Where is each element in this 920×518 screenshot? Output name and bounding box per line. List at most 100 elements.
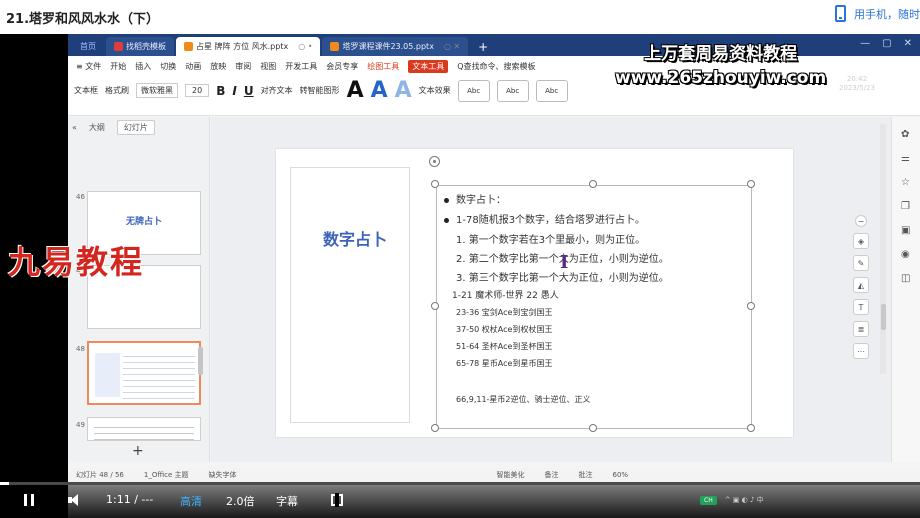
phone-link[interactable]: 用手机，随时 — [835, 5, 920, 22]
slide-thumbnail[interactable] — [87, 417, 201, 441]
resize-handle[interactable] — [431, 424, 439, 432]
menu-drawing-tools[interactable]: 绘图工具 — [367, 61, 399, 72]
menu-member[interactable]: 会员专享 — [326, 61, 358, 72]
zoom-level[interactable]: 60% — [612, 471, 628, 479]
new-tab-button[interactable]: + — [470, 37, 496, 56]
font-name-select[interactable]: 微软雅黑 — [136, 83, 178, 98]
tab-ppt-astrology[interactable]: 占星 牌阵 方位 风水.pptx ○ • — [176, 37, 321, 56]
minimize-button[interactable]: — — [860, 38, 870, 49]
book-icon[interactable]: ◫ — [901, 273, 910, 284]
italic-button[interactable]: I — [232, 84, 236, 98]
pause-icon[interactable] — [24, 494, 34, 506]
font-missing[interactable]: 缺失字体 — [208, 470, 236, 480]
menu-animation[interactable]: 动画 — [185, 61, 201, 72]
resize-handle[interactable] — [431, 180, 439, 188]
tab-home[interactable]: 首页 — [72, 37, 104, 56]
smart-graphic-button[interactable]: 转智能图形 — [300, 85, 340, 96]
more-icon[interactable]: ⋯ — [853, 343, 869, 359]
shape-style-1[interactable]: Abc — [457, 79, 490, 102]
video-player[interactable]: 首页 找稻壳模板 占星 牌阵 方位 风水.pptx ○ • 塔罗课程课件23.05… — [0, 34, 920, 518]
system-tray: CH ^ ▣ ◐ ♪ 中 — [700, 495, 764, 505]
layers-icon[interactable]: ◈ — [853, 233, 869, 249]
shape-style-3[interactable]: Abc — [535, 79, 568, 102]
copy-icon[interactable]: ❐ — [901, 201, 910, 212]
close-window-button[interactable]: ✕ — [904, 38, 912, 49]
settings-icon[interactable]: ✿ — [901, 129, 909, 140]
text-effect-button[interactable]: 文本效果 — [419, 85, 451, 96]
ime-badge[interactable]: CH — [700, 495, 717, 505]
close-icon[interactable]: ○ ✕ — [444, 42, 460, 51]
collapse-icon[interactable]: − — [855, 215, 867, 227]
tray-icons: ^ ▣ ◐ ♪ 中 — [724, 496, 764, 504]
menu-developer[interactable]: 开发工具 — [285, 61, 317, 72]
tab-slides[interactable]: 幻灯片 — [116, 119, 155, 135]
image-icon[interactable]: ▣ — [901, 225, 910, 236]
underline-button[interactable]: U — [244, 84, 254, 98]
panel-scrollbar[interactable] — [198, 347, 203, 375]
slide-number: 46 — [76, 193, 85, 201]
bold-button[interactable]: B — [216, 84, 225, 98]
location-icon[interactable]: ◉ — [901, 249, 910, 260]
speed-button[interactable]: 2.0倍 — [226, 493, 255, 509]
tab-ppt-tarot[interactable]: 塔罗课程课件23.05.pptx ○ ✕ — [322, 37, 469, 56]
add-slide-button[interactable]: + — [132, 443, 144, 459]
menu-review[interactable]: 审阅 — [235, 61, 251, 72]
slide-number: 49 — [76, 421, 85, 429]
resize-handle[interactable] — [747, 180, 755, 188]
comments-button[interactable]: 批注 — [578, 470, 592, 480]
watermark-url: www.265zhouyiw.com — [615, 68, 827, 88]
ppt-icon — [184, 42, 193, 51]
status-bar: 幻灯片 48 / 56 1_Office 主题 缺失字体 智能美化 备注 批注 … — [68, 468, 920, 482]
font-size-select[interactable]: 20 — [185, 84, 210, 97]
subtitle-button[interactable]: 字幕 — [276, 493, 298, 509]
example-text: 66,9,11-星币2逆位、骑士逆位、正义 — [456, 395, 591, 404]
format-brush-button[interactable]: 格式刷 — [105, 85, 129, 96]
shape-style-2[interactable]: Abc — [496, 79, 529, 102]
rotate-handle[interactable] — [429, 156, 440, 167]
align-text-button[interactable]: 对齐文本 — [261, 85, 293, 96]
close-icon[interactable]: ○ • — [298, 42, 312, 51]
clock-date: 2023/5/23 — [839, 84, 875, 92]
fill-icon[interactable]: ◭ — [853, 277, 869, 293]
canvas-scrollbar-track[interactable] — [880, 124, 886, 374]
menu-home[interactable]: 开始 — [110, 61, 126, 72]
menu-file[interactable]: ≡ 文件 — [76, 61, 101, 72]
textbox-button[interactable]: 文本框 — [74, 85, 98, 96]
resize-handle[interactable] — [431, 302, 439, 310]
quality-button[interactable]: 高清 — [180, 493, 202, 509]
pin-icon[interactable]: ☆ — [901, 177, 910, 188]
menu-view[interactable]: 视图 — [260, 61, 276, 72]
format-icon[interactable]: ≣ — [853, 321, 869, 337]
menu-slideshow[interactable]: 放映 — [210, 61, 226, 72]
command-search[interactable]: Q查找命令、搜索模板 — [457, 61, 535, 72]
notes-button[interactable]: 备注 — [544, 470, 558, 480]
beautify-button[interactable]: 智能美化 — [496, 470, 524, 480]
resize-handle[interactable] — [747, 302, 755, 310]
resize-handle[interactable] — [589, 424, 597, 432]
resize-handle[interactable] — [589, 180, 597, 188]
menu-text-tools[interactable]: 文本工具 — [408, 59, 449, 73]
slide-thumbnail-selected[interactable] — [87, 341, 201, 405]
text-style-black[interactable]: A — [347, 78, 364, 103]
collapse-panel-button[interactable]: « — [72, 123, 77, 132]
page-header: 21.塔罗和风风水水（下） 用手机，随时 — [0, 0, 920, 34]
menu-transition[interactable]: 切换 — [160, 61, 176, 72]
slide[interactable]: 数字占卜 数字占卜： 1-78随机报3个数字，结合塔罗进行占卜。 1. 第一个数… — [276, 149, 793, 437]
volume-icon[interactable] — [68, 494, 82, 506]
tab-outline[interactable]: 大纲 — [89, 122, 105, 133]
bullet-dot — [444, 197, 449, 203]
menu-insert[interactable]: 插入 — [135, 61, 151, 72]
maximize-button[interactable]: ▢ — [882, 38, 891, 49]
phone-icon — [835, 5, 846, 22]
screen-recording: 首页 找稻壳模板 占星 牌阵 方位 风水.pptx ○ • 塔罗课程课件23.05… — [68, 34, 920, 518]
pen-icon[interactable]: ✎ — [853, 255, 869, 271]
progress-bar[interactable] — [0, 482, 920, 485]
canvas-scrollbar-thumb[interactable] — [881, 304, 886, 330]
text-icon[interactable]: T — [853, 299, 869, 315]
text-style-blue[interactable]: A — [371, 78, 388, 103]
tab-templates[interactable]: 找稻壳模板 — [106, 37, 174, 56]
text-style-light[interactable]: A — [395, 78, 412, 103]
fullscreen-icon[interactable] — [331, 493, 343, 507]
sliders-icon[interactable]: ⚌ — [901, 153, 910, 164]
resize-handle[interactable] — [747, 424, 755, 432]
